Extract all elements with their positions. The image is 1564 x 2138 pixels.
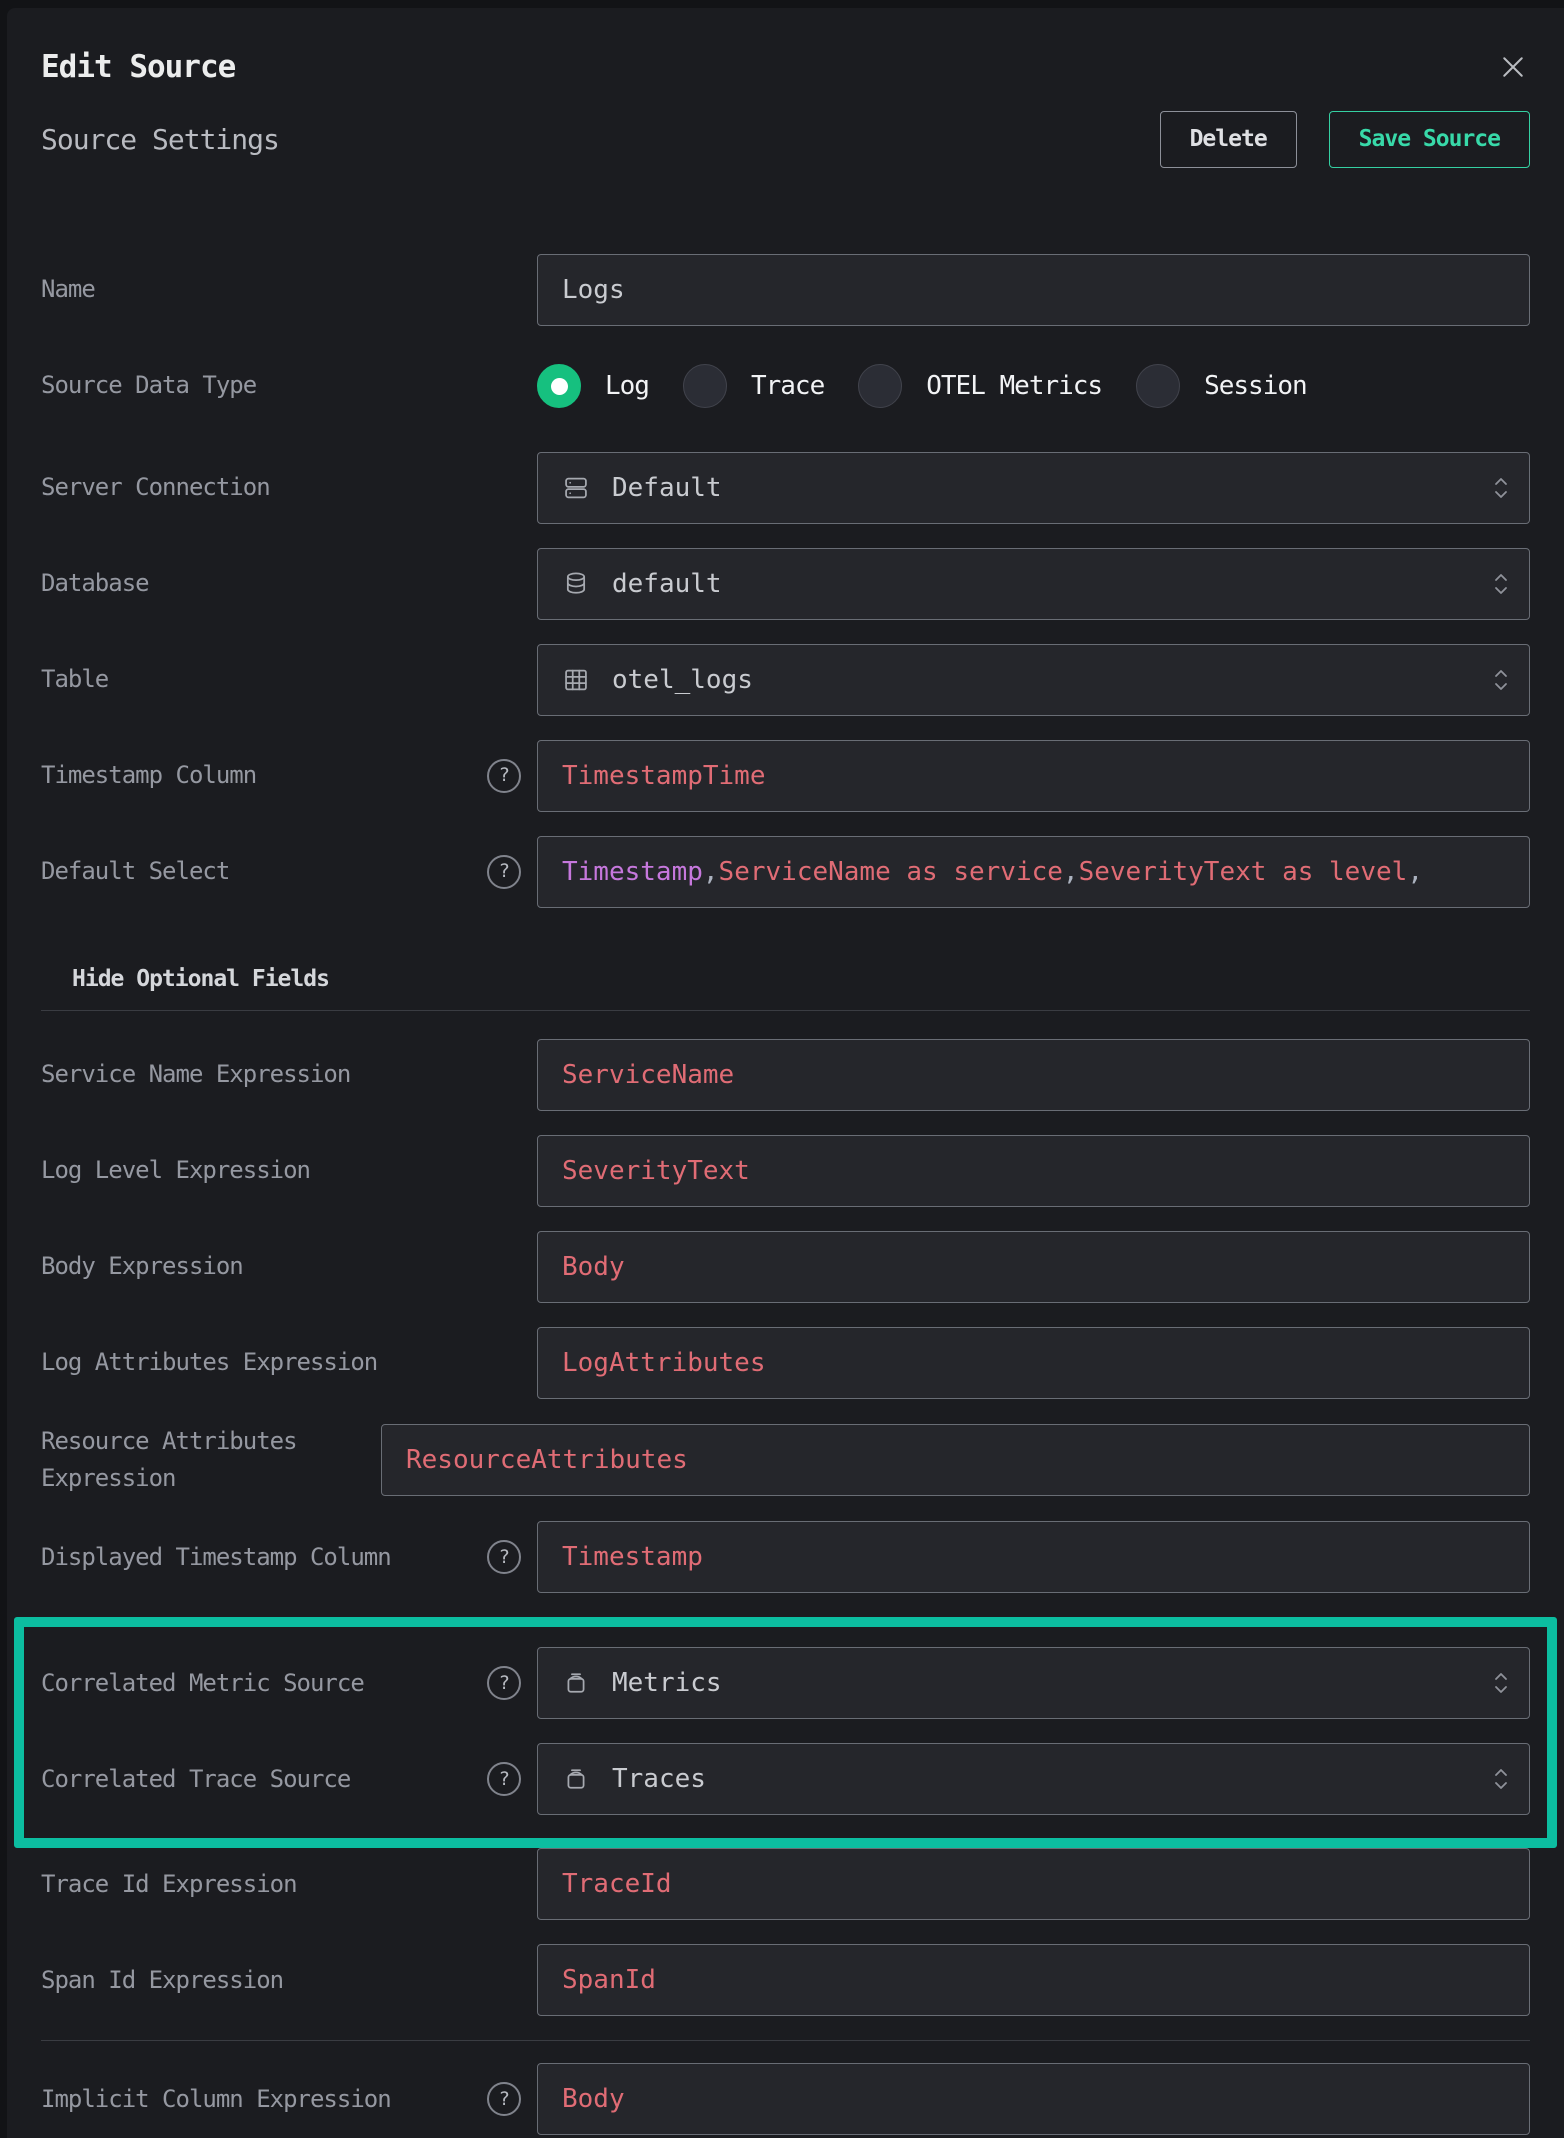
row-source-data-type: Source Data Type Log Trace OTEL Metrics …	[41, 350, 1530, 422]
displayed-timestamp-column-input[interactable]: Timestamp	[537, 1521, 1530, 1593]
correlated-metric-source-label: Correlated Metric Source ?	[41, 1665, 537, 1702]
chevron-up-down-icon	[1492, 473, 1510, 503]
section-title: Source Settings	[41, 123, 279, 156]
row-trace-id-expression: Trace Id Expression TraceId	[41, 1848, 1530, 1920]
log-attributes-expression-input[interactable]: LogAttributes	[537, 1327, 1530, 1399]
row-correlated-metric-source: Correlated Metric Source ? Metrics	[41, 1647, 1530, 1719]
row-name: Name Logs	[41, 254, 1530, 326]
table-select[interactable]: otel_logs	[537, 644, 1530, 716]
highlight-annotation-box: Correlated Metric Source ? Metrics	[14, 1617, 1557, 1848]
default-select-input[interactable]: Timestamp, ServiceName as service, Sever…	[537, 836, 1530, 908]
hide-optional-fields-toggle[interactable]: Hide Optional Fields	[41, 966, 329, 992]
source-data-type-label: Source Data Type	[41, 367, 537, 404]
resource-attributes-expression-input[interactable]: ResourceAttributes	[381, 1424, 1530, 1496]
toolbar: Source Settings Delete Save Source	[41, 110, 1530, 168]
timestamp-column-input[interactable]: TimestampTime	[537, 740, 1530, 812]
service-name-expression-input[interactable]: ServiceName	[537, 1039, 1530, 1111]
radio-unselected-icon	[683, 364, 727, 408]
correlated-trace-source-label: Correlated Trace Source ?	[41, 1761, 537, 1798]
row-implicit-column-expression: Implicit Column Expression ? Body	[41, 2063, 1530, 2135]
help-icon[interactable]: ?	[487, 1666, 521, 1700]
row-service-name-expression: Service Name Expression ServiceName	[41, 1039, 1530, 1111]
radio-unselected-icon	[1136, 364, 1180, 408]
help-icon[interactable]: ?	[487, 1762, 521, 1796]
divider	[41, 2040, 1530, 2041]
table-label: Table	[41, 661, 537, 698]
implicit-column-expression-input[interactable]: Body	[537, 2063, 1530, 2135]
trace-id-expression-label: Trace Id Expression	[41, 1866, 537, 1903]
log-level-expression-input[interactable]: SeverityText	[537, 1135, 1530, 1207]
log-level-expression-label: Log Level Expression	[41, 1152, 537, 1189]
database-select[interactable]: default	[537, 548, 1530, 620]
help-icon[interactable]: ?	[487, 1540, 521, 1574]
row-timestamp-column: Timestamp Column ? TimestampTime	[41, 740, 1530, 812]
timestamp-column-label: Timestamp Column ?	[41, 757, 537, 794]
save-source-button[interactable]: Save Source	[1329, 111, 1530, 168]
modal-header: Edit Source	[41, 42, 1530, 92]
correlated-trace-source-select[interactable]: Traces	[537, 1743, 1530, 1815]
radio-option-otel-metrics[interactable]: OTEL Metrics	[858, 364, 1102, 408]
edit-source-modal: Edit Source Source Settings Delete Save …	[7, 8, 1564, 2138]
name-label: Name	[41, 271, 537, 308]
help-icon[interactable]: ?	[487, 855, 521, 889]
implicit-column-expression-label: Implicit Column Expression ?	[41, 2081, 537, 2118]
row-body-expression: Body Expression Body	[41, 1231, 1530, 1303]
displayed-timestamp-column-label: Displayed Timestamp Column ?	[41, 1539, 537, 1576]
close-icon	[1498, 52, 1528, 82]
delete-button[interactable]: Delete	[1160, 111, 1297, 168]
server-connection-select[interactable]: Default	[537, 452, 1530, 524]
row-log-attributes-expression: Log Attributes Expression LogAttributes	[41, 1327, 1530, 1399]
body-expression-input[interactable]: Body	[537, 1231, 1530, 1303]
service-name-expression-label: Service Name Expression	[41, 1056, 537, 1093]
row-default-select: Default Select ? Timestamp, ServiceName …	[41, 836, 1530, 908]
correlated-metric-source-select[interactable]: Metrics	[537, 1647, 1530, 1719]
row-log-level-expression: Log Level Expression SeverityText	[41, 1135, 1530, 1207]
log-attributes-expression-label: Log Attributes Expression	[41, 1344, 537, 1381]
radio-selected-icon	[537, 364, 581, 408]
radio-unselected-icon	[858, 364, 902, 408]
chevron-up-down-icon	[1492, 665, 1510, 695]
box-icon	[562, 1669, 590, 1697]
server-connection-label: Server Connection	[41, 469, 537, 506]
radio-option-log[interactable]: Log	[537, 364, 649, 408]
source-data-type-radio-group: Log Trace OTEL Metrics Session	[537, 350, 1530, 422]
divider	[41, 1010, 1530, 1011]
server-icon	[562, 474, 590, 502]
body-expression-label: Body Expression	[41, 1248, 537, 1285]
row-database: Database default	[41, 548, 1530, 620]
database-label: Database	[41, 565, 537, 602]
resource-attributes-expression-label: Resource Attributes Expression	[41, 1423, 381, 1497]
trace-id-expression-input[interactable]: TraceId	[537, 1848, 1530, 1920]
row-correlated-trace-source: Correlated Trace Source ? Traces	[41, 1743, 1530, 1815]
modal-title: Edit Source	[41, 49, 235, 85]
radio-option-session[interactable]: Session	[1136, 364, 1307, 408]
row-table: Table otel_logs	[41, 644, 1530, 716]
chevron-up-down-icon	[1492, 1668, 1510, 1698]
help-icon[interactable]: ?	[487, 2082, 521, 2116]
default-select-label: Default Select ?	[41, 853, 537, 890]
help-icon[interactable]: ?	[487, 759, 521, 793]
database-icon	[562, 570, 590, 598]
table-icon	[562, 666, 590, 694]
close-button[interactable]	[1496, 50, 1530, 84]
span-id-expression-input[interactable]: SpanId	[537, 1944, 1530, 2016]
row-span-id-expression: Span Id Expression SpanId	[41, 1944, 1530, 2016]
row-resource-attributes-expression: Resource Attributes Expression ResourceA…	[41, 1423, 1530, 1497]
radio-option-trace[interactable]: Trace	[683, 364, 824, 408]
chevron-up-down-icon	[1492, 569, 1510, 599]
span-id-expression-label: Span Id Expression	[41, 1962, 537, 1999]
row-displayed-timestamp-column: Displayed Timestamp Column ? Timestamp	[41, 1521, 1530, 1593]
chevron-up-down-icon	[1492, 1764, 1510, 1794]
row-server-connection: Server Connection Default	[41, 452, 1530, 524]
box-icon	[562, 1765, 590, 1793]
name-input[interactable]: Logs	[537, 254, 1530, 326]
